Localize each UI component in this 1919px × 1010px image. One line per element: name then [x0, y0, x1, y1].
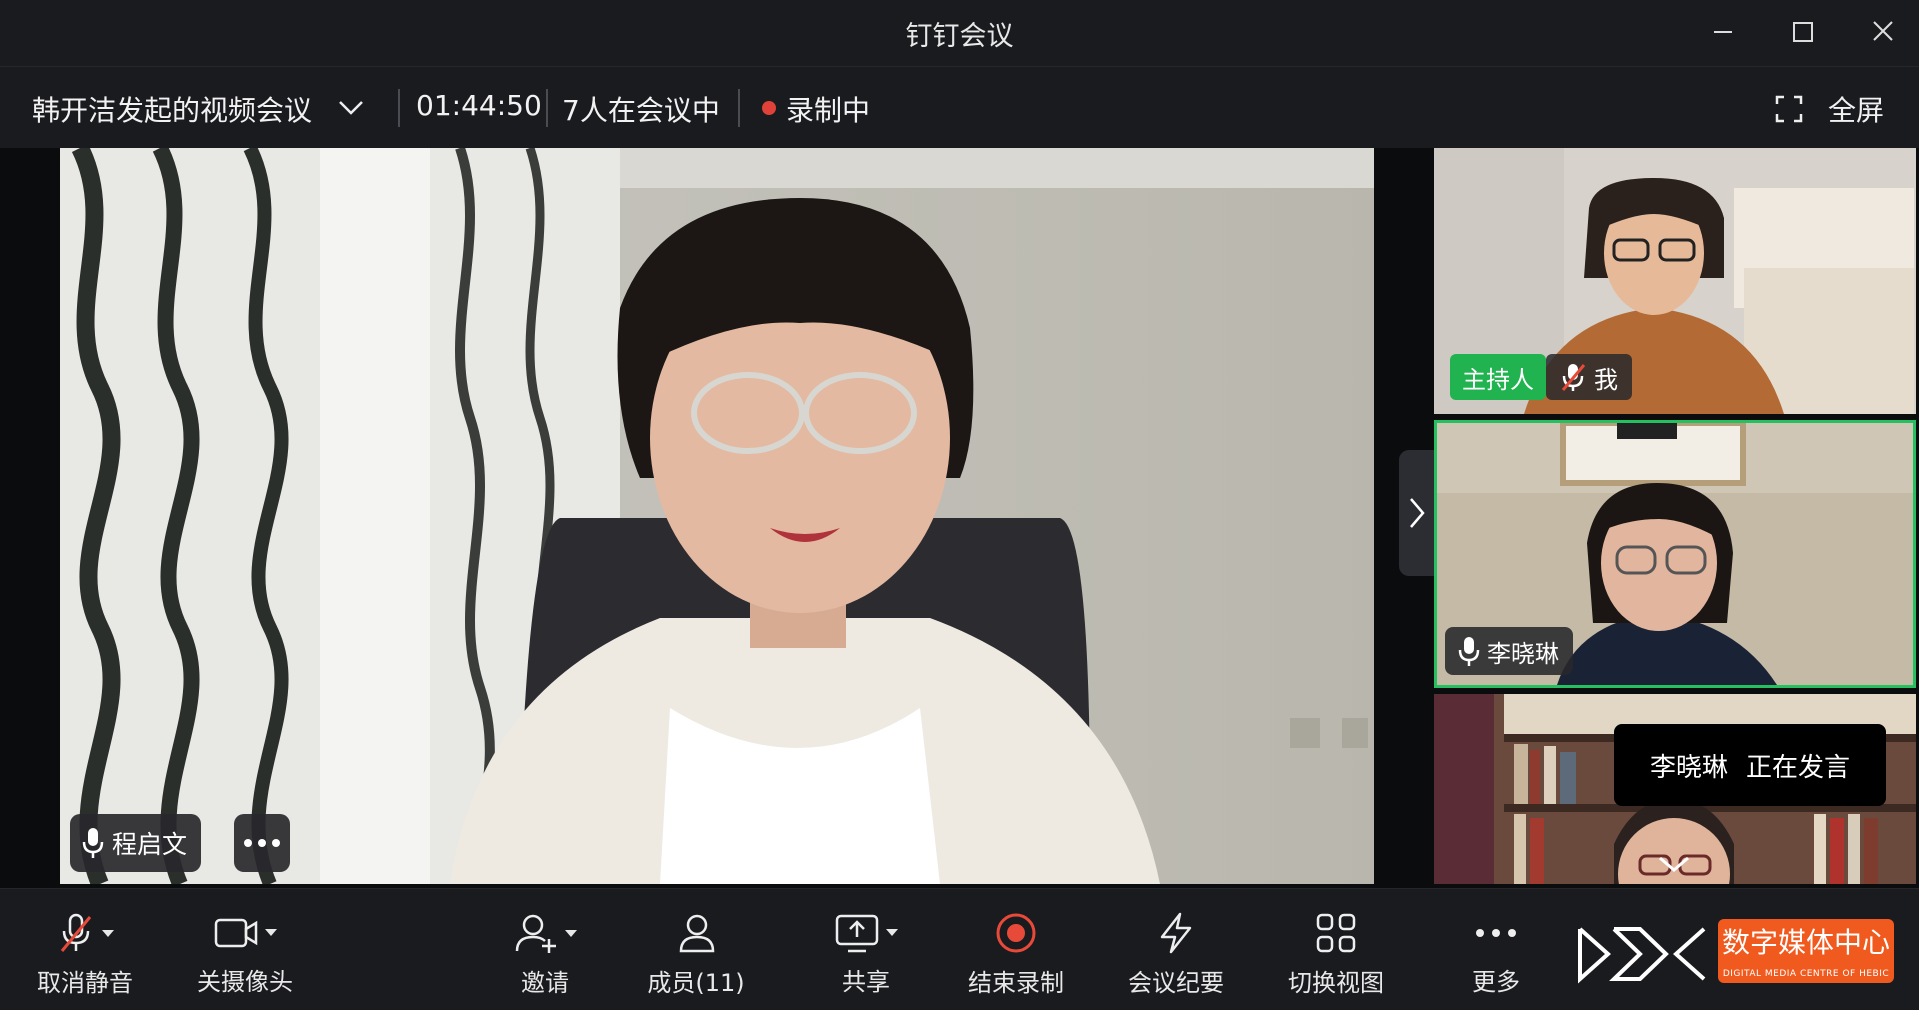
active-speaker-name-tag: 李晓琳 [1445, 627, 1573, 675]
recording-dot-icon [762, 101, 776, 115]
add-user-icon [515, 914, 556, 953]
title-bar: 钉钉会议 [0, 0, 1919, 66]
invite-button[interactable]: 邀请 [505, 911, 585, 997]
close-button[interactable] [1862, 14, 1902, 50]
grid-view-icon [1316, 913, 1356, 953]
divider [738, 89, 740, 127]
speaking-notification: 李晓琳 正在发言 [1614, 724, 1886, 806]
video-more-button[interactable] [234, 814, 290, 872]
switch-view-label: 切换视图 [1288, 969, 1384, 997]
mic-muted-icon [1561, 364, 1586, 391]
meeting-toolbar: 取消静音 关摄像头 邀请 成员(11) 共享 结束录制 会议纪要 切换视图 更多… [0, 888, 1919, 1010]
participant-name: 我 [1594, 365, 1618, 394]
caret-down-icon[interactable] [565, 929, 577, 937]
fullscreen-button[interactable]: 全屏 [1828, 89, 1884, 129]
watermark-logo: 数字媒体中心 DIGITAL MEDIA CENTRE OF HEBIC [1574, 913, 1914, 993]
caret-down-icon[interactable] [102, 929, 114, 937]
members-icon [679, 914, 715, 953]
main-speaker-tag: 程启文 [70, 814, 202, 872]
main-video-feed [60, 148, 1374, 884]
caret-down-icon[interactable] [886, 929, 898, 936]
unmute-label: 取消静音 [37, 969, 133, 997]
recording-status: 录制中 [786, 94, 871, 127]
record-icon [996, 913, 1036, 953]
microphone-icon [82, 828, 104, 858]
more-label: 更多 [1472, 968, 1520, 996]
host-badge: 主持人 [1450, 354, 1546, 400]
collapse-sidebar-button[interactable] [1399, 450, 1435, 576]
maximize-icon [1793, 22, 1813, 42]
meeting-duration: 01:44:50 [416, 89, 542, 122]
microphone-icon [1458, 637, 1480, 666]
speaking-name: 李晓琳 [1649, 752, 1728, 783]
camera-icon [214, 918, 258, 947]
divider [398, 89, 400, 127]
minimize-button[interactable] [1702, 14, 1742, 50]
video-tile-self[interactable]: 主持人 我 [1434, 148, 1916, 414]
stop-recording-button[interactable]: 结束录制 [966, 911, 1066, 997]
mic-muted-icon [60, 913, 92, 952]
video-stage: 程启文 主持人 我 李晓琳 李晓琳 正在发言 [0, 148, 1919, 888]
meeting-minutes-label: 会议纪要 [1128, 969, 1224, 997]
unmute-button[interactable]: 取消静音 [30, 911, 140, 997]
speaker-name: 程启文 [112, 830, 188, 859]
main-video: 程启文 [60, 148, 1374, 884]
stop-recording-label: 结束录制 [968, 969, 1064, 997]
chevron-down-icon[interactable] [1654, 854, 1694, 876]
speaking-status: 正在发言 [1746, 752, 1851, 783]
divider [546, 89, 548, 127]
participant-name: 李晓琳 [1487, 639, 1559, 668]
fullscreen-icon[interactable] [1774, 94, 1804, 124]
switch-view-button[interactable]: 切换视图 [1286, 911, 1386, 997]
caret-down-icon[interactable] [265, 929, 277, 936]
share-screen-icon [835, 914, 879, 952]
self-name-tag: 我 [1546, 354, 1632, 400]
meeting-info-bar: 韩开洁发起的视频会议 01:44:50 7人在会议中 录制中 全屏 [0, 66, 1919, 149]
chevron-down-icon[interactable] [334, 93, 368, 123]
maximize-button[interactable] [1782, 14, 1822, 50]
lightning-icon [1160, 912, 1192, 954]
window-title: 钉钉会议 [905, 21, 1014, 52]
members-label: 成员(11) [647, 969, 745, 997]
more-dots-icon [244, 839, 280, 847]
chevron-right-icon [1410, 498, 1425, 528]
more-dots-icon [1476, 928, 1516, 937]
dmc-logo-icon [1578, 927, 1706, 984]
members-button[interactable]: 成员(11) [646, 911, 746, 997]
more-button[interactable]: 更多 [1456, 911, 1536, 997]
watermark-subtext: DIGITAL MEDIA CENTRE OF HEBIC [1722, 969, 1890, 979]
invite-label: 邀请 [521, 969, 569, 997]
watermark-text: 数字媒体中心 [1721, 926, 1890, 959]
share-label: 共享 [842, 968, 890, 996]
camera-off-label: 关摄像头 [197, 968, 293, 996]
video-tile-active-speaker[interactable]: 李晓琳 [1434, 420, 1916, 688]
camera-off-button[interactable]: 关摄像头 [190, 911, 300, 997]
minimize-icon [1714, 31, 1732, 33]
close-icon [1873, 21, 1893, 41]
meeting-name[interactable]: 韩开洁发起的视频会议 [32, 89, 312, 129]
participant-count[interactable]: 7人在会议中 [562, 89, 720, 129]
share-button[interactable]: 共享 [826, 911, 906, 997]
meeting-minutes-button[interactable]: 会议纪要 [1126, 911, 1226, 997]
